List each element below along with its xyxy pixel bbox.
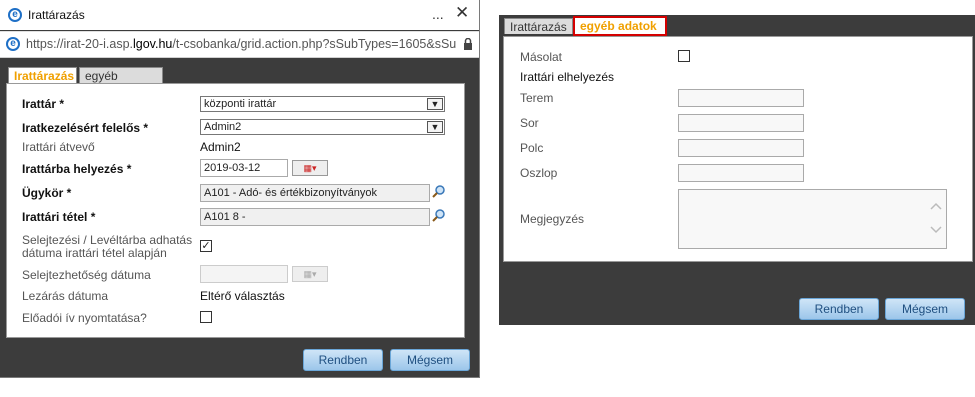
calendar-icon[interactable]: ▦▾ <box>292 160 328 176</box>
tetel-input[interactable]: A101 8 - <box>200 208 430 226</box>
close-button[interactable]: ✕ <box>455 3 469 23</box>
irattar-label: Irattár * <box>22 97 65 111</box>
megjegyzes-label: Megjegyzés <box>520 212 585 226</box>
scroll-up-icon[interactable] <box>930 202 942 210</box>
url-text: https://irat-20-i.asp.lgov.hu/t-csobanka… <box>26 37 456 51</box>
ie-icon: e <box>8 8 22 22</box>
terem-label: Terem <box>520 91 554 105</box>
polc-input[interactable] <box>678 139 804 157</box>
selejtezesi-label-line2: dátuma irattári tétel alapján <box>22 246 167 260</box>
address-bar[interactable]: e https://irat-20-i.asp.lgov.hu/t-csoban… <box>0 31 479 58</box>
tab-irattarazas[interactable]: Irattárazás <box>504 18 573 34</box>
lezaras-label: Lezárás dátuma <box>22 289 109 303</box>
oszlop-input[interactable] <box>678 164 804 182</box>
cancel-button[interactable]: Mégsem <box>885 298 965 320</box>
oszlop-label: Oszlop <box>520 166 558 180</box>
lezaras-value: Eltérő választás <box>200 289 285 303</box>
selejtezhetoseg-label: Selejtezhetőség dátuma <box>22 268 151 282</box>
atvevo-label: Irattári átvevő <box>22 140 95 154</box>
megjegyzes-textarea[interactable] <box>678 189 947 249</box>
atvevo-value: Admin2 <box>200 140 241 154</box>
ugykor-label: Ügykör * <box>22 186 72 200</box>
tab-egyeb-adatok[interactable]: egyéb adatok <box>573 16 667 36</box>
chevron-down-icon: ▼ <box>427 121 443 133</box>
irattar-select[interactable]: központi irattár ▼ <box>200 96 445 112</box>
egyeb-adatok-dialog-window: Irattárazás egyéb adatok Másolat Irattár… <box>499 15 975 325</box>
felelos-label: Iratkezelésért felelős * <box>22 121 149 135</box>
irattarazas-dialog-window: e Irattárazás ... ✕ e https://irat-20-i.… <box>0 0 480 378</box>
scroll-down-icon[interactable] <box>930 226 942 234</box>
tab-egyeb-adatok[interactable]: egyéb adatok <box>79 67 163 99</box>
window-titlebar: e Irattárazás ... ✕ <box>0 0 479 30</box>
eloadoi-checkbox[interactable] <box>200 311 212 323</box>
ugykor-input[interactable]: A101 - Adó- és értékbizonyítványok <box>200 184 430 202</box>
selejtezesi-label-line1: Selejtezési / Levéltárba adhatás <box>22 233 193 247</box>
ok-button[interactable]: Rendben <box>799 298 879 320</box>
ok-button[interactable]: Rendben <box>303 349 383 371</box>
cancel-button[interactable]: Mégsem <box>390 349 470 371</box>
tab-irattarazas[interactable]: Irattárazás <box>8 67 77 83</box>
window-title: Irattárazás <box>28 8 85 22</box>
lock-icon <box>464 38 472 50</box>
felelos-value: Admin2 <box>204 121 242 133</box>
irattar-value: központi irattár <box>204 98 277 110</box>
masolat-label: Másolat <box>520 50 563 64</box>
selejtezhetoseg-date-input <box>200 265 288 283</box>
elhelyezes-label: Irattári elhelyezés <box>520 70 615 84</box>
terem-input[interactable] <box>678 89 804 107</box>
helyezes-label: Irattárba helyezés * <box>22 162 132 176</box>
chevron-down-icon: ▼ <box>427 98 443 110</box>
helyezes-date-input[interactable]: 2019-03-12 <box>200 159 288 177</box>
calendar-icon: ▦▾ <box>292 266 328 282</box>
tetel-label: Irattári tétel * <box>22 210 96 224</box>
sor-input[interactable] <box>678 114 804 132</box>
window-menu-button[interactable]: ... <box>432 6 444 22</box>
eloadoi-label: Előadói ív nyomtatása? <box>22 311 147 325</box>
polc-label: Polc <box>520 141 544 155</box>
magnifier-icon[interactable] <box>432 208 446 222</box>
felelos-select[interactable]: Admin2 ▼ <box>200 119 445 135</box>
magnifier-icon[interactable] <box>432 184 446 198</box>
sor-label: Sor <box>520 116 539 130</box>
ie-icon: e <box>6 37 20 51</box>
masolat-checkbox[interactable] <box>678 50 690 62</box>
selejtezesi-checkbox[interactable]: ✓ <box>200 240 212 252</box>
